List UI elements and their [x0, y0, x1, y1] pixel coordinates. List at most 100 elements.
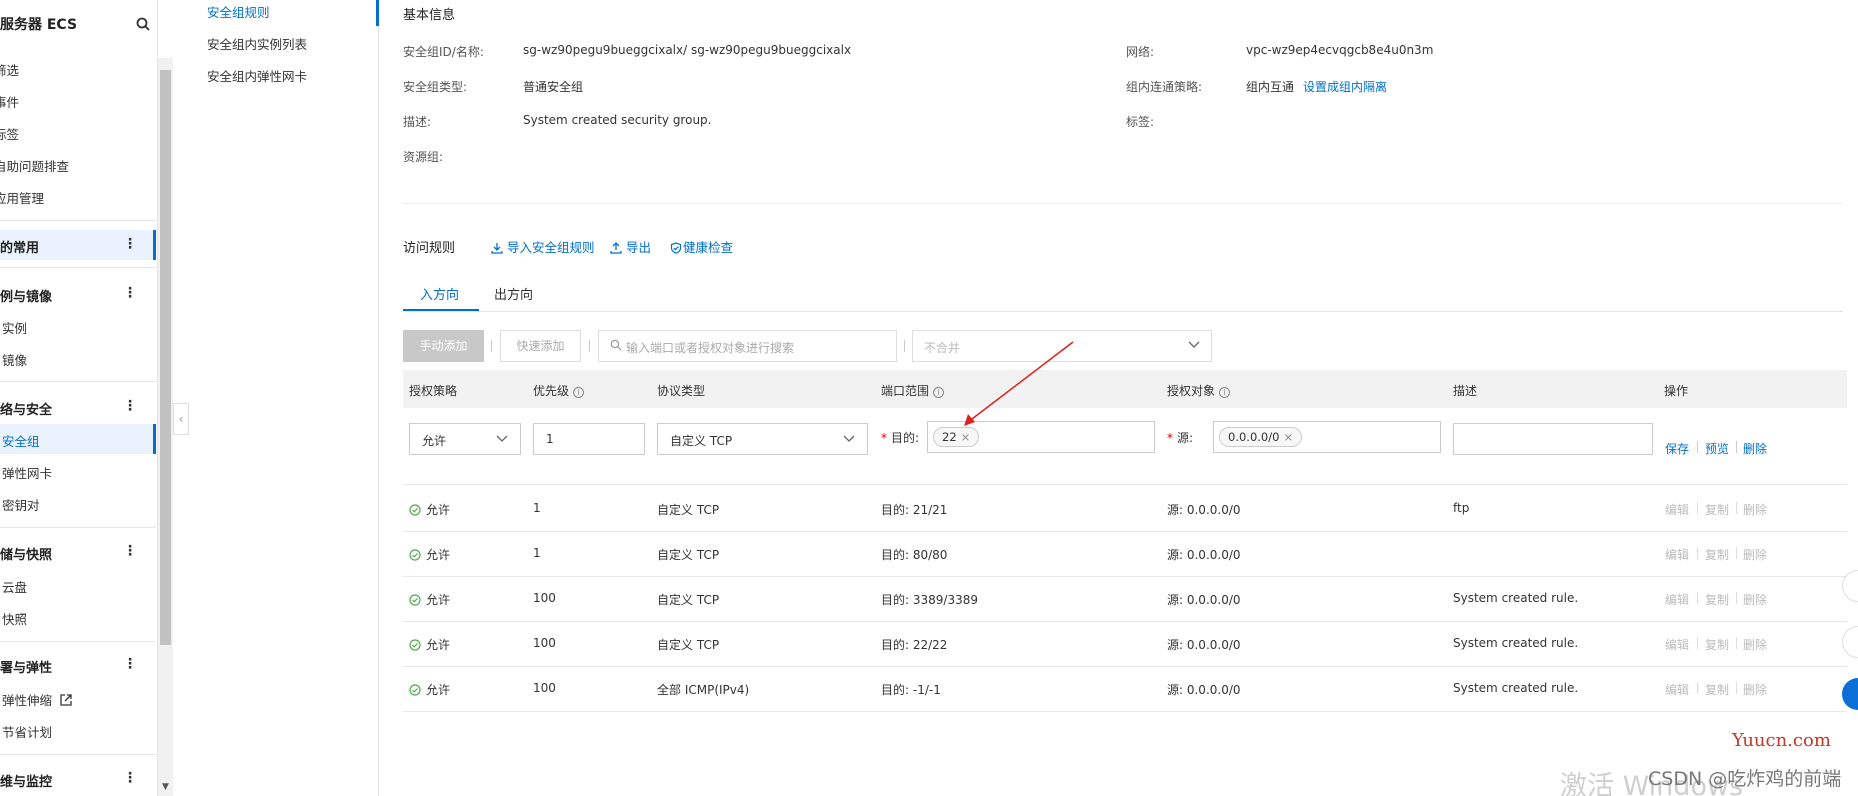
- divider: [403, 484, 1847, 485]
- sidebar-item-tags[interactable]: 标签: [0, 124, 19, 143]
- cell-protocol: 自定义 TCP: [657, 503, 720, 517]
- info-icon[interactable]: i: [573, 387, 585, 398]
- field-value-description: System created security group.: [523, 113, 712, 127]
- feedback-float-button[interactable]: [1842, 570, 1858, 602]
- divider: [0, 220, 156, 221]
- assistant-float-button[interactable]: [1842, 626, 1858, 658]
- more-icon[interactable]: ⋮: [123, 541, 137, 561]
- sidebar-item-disks[interactable]: 云盘: [2, 577, 27, 596]
- sidebar-item-events[interactable]: 事件: [0, 92, 19, 111]
- sidebar-item-security-group[interactable]: 安全组: [0, 424, 156, 454]
- table-row-divider: [403, 711, 1847, 712]
- edit-button[interactable]: 编辑: [1665, 501, 1689, 518]
- set-isolation-link[interactable]: 设置成组内隔离: [1303, 78, 1387, 95]
- source-tag[interactable]: 0.0.0.0/0 ×: [1219, 427, 1303, 447]
- delete-button[interactable]: 删除: [1743, 501, 1767, 518]
- copy-button[interactable]: 复制: [1705, 546, 1729, 563]
- scroll-down-icon[interactable]: ▼: [160, 782, 171, 794]
- close-icon[interactable]: ×: [961, 430, 971, 444]
- sidebar-item-instances[interactable]: 实例: [2, 318, 27, 337]
- field-label-sg-id: 安全组ID/名称:: [403, 45, 484, 59]
- protocol-select[interactable]: 自定义 TCP: [657, 423, 868, 455]
- delete-button[interactable]: 删除: [1743, 440, 1767, 457]
- more-icon[interactable]: ⋮: [123, 654, 137, 674]
- field-value-connectivity: 组内互通: [1246, 80, 1295, 94]
- sidebar-item-app-manage[interactable]: 应用管理: [0, 188, 44, 207]
- edit-button[interactable]: 编辑: [1665, 546, 1689, 563]
- search-icon[interactable]: [135, 16, 151, 32]
- divider: [403, 311, 1843, 312]
- sidebar-group-instances-images[interactable]: 实例与镜像 ⋮: [0, 279, 156, 309]
- sidebar-item-autoscaling[interactable]: 弹性伸缩: [2, 690, 72, 709]
- subnav-item-rules[interactable]: 安全组规则: [207, 2, 270, 21]
- export-button[interactable]: 导出: [610, 237, 651, 256]
- more-icon[interactable]: ⋮: [123, 234, 137, 254]
- table-row-divider: [403, 531, 1847, 532]
- delete-button[interactable]: 删除: [1743, 636, 1767, 653]
- divider: [1736, 547, 1737, 559]
- divider: [1736, 502, 1737, 514]
- copy-button[interactable]: 复制: [1705, 501, 1729, 518]
- sidebar-item-troubleshoot[interactable]: 自助问题排查: [0, 156, 69, 175]
- table-header: [403, 370, 1847, 408]
- save-button[interactable]: 保存: [1665, 440, 1689, 457]
- tab-inbound[interactable]: 入方向: [420, 284, 459, 303]
- sidebar-group-favorites[interactable]: 我的常用 ⋮: [0, 230, 156, 260]
- sidebar-group-storage-snapshots[interactable]: 存储与快照 ⋮: [0, 537, 156, 567]
- info-icon[interactable]: i: [933, 387, 945, 398]
- check-circle-icon: [409, 594, 421, 606]
- tab-outbound[interactable]: 出方向: [494, 284, 533, 303]
- subnav-item-instances[interactable]: 安全组内实例列表: [207, 34, 307, 53]
- sidebar-group-deploy-elastic[interactable]: 部署与弹性 ⋮: [0, 650, 156, 680]
- cell-policy: 允许: [409, 591, 450, 608]
- sidebar-group-ops-monitor[interactable]: 运维与监控 ⋮: [0, 764, 156, 794]
- delete-button[interactable]: 删除: [1743, 546, 1767, 563]
- delete-button[interactable]: 删除: [1743, 591, 1767, 608]
- divider: [1736, 592, 1737, 604]
- sidebar-item-eni[interactable]: 弹性网卡: [2, 463, 52, 482]
- more-icon[interactable]: ⋮: [123, 768, 137, 788]
- dest-label: * 目的:: [881, 431, 920, 445]
- divider: [1697, 502, 1698, 514]
- copy-button[interactable]: 复制: [1705, 636, 1729, 653]
- cell-source: 源: 0.0.0.0/0: [1167, 683, 1241, 697]
- copy-button[interactable]: 复制: [1705, 591, 1729, 608]
- preview-button[interactable]: 预览: [1705, 440, 1729, 457]
- sidebar-scrollbar-thumb[interactable]: [160, 70, 171, 645]
- check-circle-icon: [409, 639, 421, 651]
- sidebar-item-keypairs[interactable]: 密钥对: [2, 495, 40, 514]
- subnav-item-eni[interactable]: 安全组内弹性网卡: [207, 66, 307, 85]
- more-icon[interactable]: ⋮: [123, 283, 137, 303]
- annotation-arrow: [964, 341, 1074, 426]
- import-rules-button[interactable]: 导入安全组规则: [491, 237, 595, 256]
- divider: [0, 527, 156, 528]
- close-icon[interactable]: ×: [1283, 430, 1293, 444]
- priority-input[interactable]: 1: [533, 423, 645, 455]
- health-check-button[interactable]: 健康检查: [670, 237, 733, 256]
- edit-button[interactable]: 编辑: [1665, 591, 1689, 608]
- copy-button[interactable]: 复制: [1705, 681, 1729, 698]
- cell-source: 源: 0.0.0.0/0: [1167, 503, 1241, 517]
- description-input[interactable]: [1453, 423, 1653, 455]
- sidebar-group-network-security[interactable]: 网络与安全 ⋮: [0, 392, 156, 422]
- edit-button[interactable]: 编辑: [1665, 636, 1689, 653]
- info-icon[interactable]: i: [1219, 387, 1231, 398]
- divider: [1697, 637, 1698, 649]
- policy-select[interactable]: 允许: [409, 423, 521, 455]
- csdn-watermark: CSDN @吃炸鸡的前端: [1648, 768, 1842, 790]
- chevron-down-icon: [843, 435, 855, 442]
- apps-float-button[interactable]: [1842, 678, 1858, 710]
- dest-port-tag[interactable]: 22 ×: [933, 427, 980, 447]
- more-icon[interactable]: ⋮: [123, 396, 137, 416]
- cell-description: System created rule.: [1453, 681, 1579, 695]
- sidebar-item-savings-plan[interactable]: 节省计划: [2, 722, 52, 741]
- sidebar-item-snapshots[interactable]: 快照: [2, 609, 27, 628]
- cell-protocol: 自定义 TCP: [657, 593, 720, 607]
- quick-add-button[interactable]: 快速添加: [500, 330, 581, 362]
- manual-add-button[interactable]: 手动添加: [403, 330, 484, 362]
- column-header-actions: 操作: [1664, 384, 1689, 398]
- delete-button[interactable]: 删除: [1743, 681, 1767, 698]
- edit-button[interactable]: 编辑: [1665, 681, 1689, 698]
- sidebar-item-images[interactable]: 镜像: [2, 350, 27, 369]
- sidebar-item-filter[interactable]: 筛选: [0, 60, 19, 79]
